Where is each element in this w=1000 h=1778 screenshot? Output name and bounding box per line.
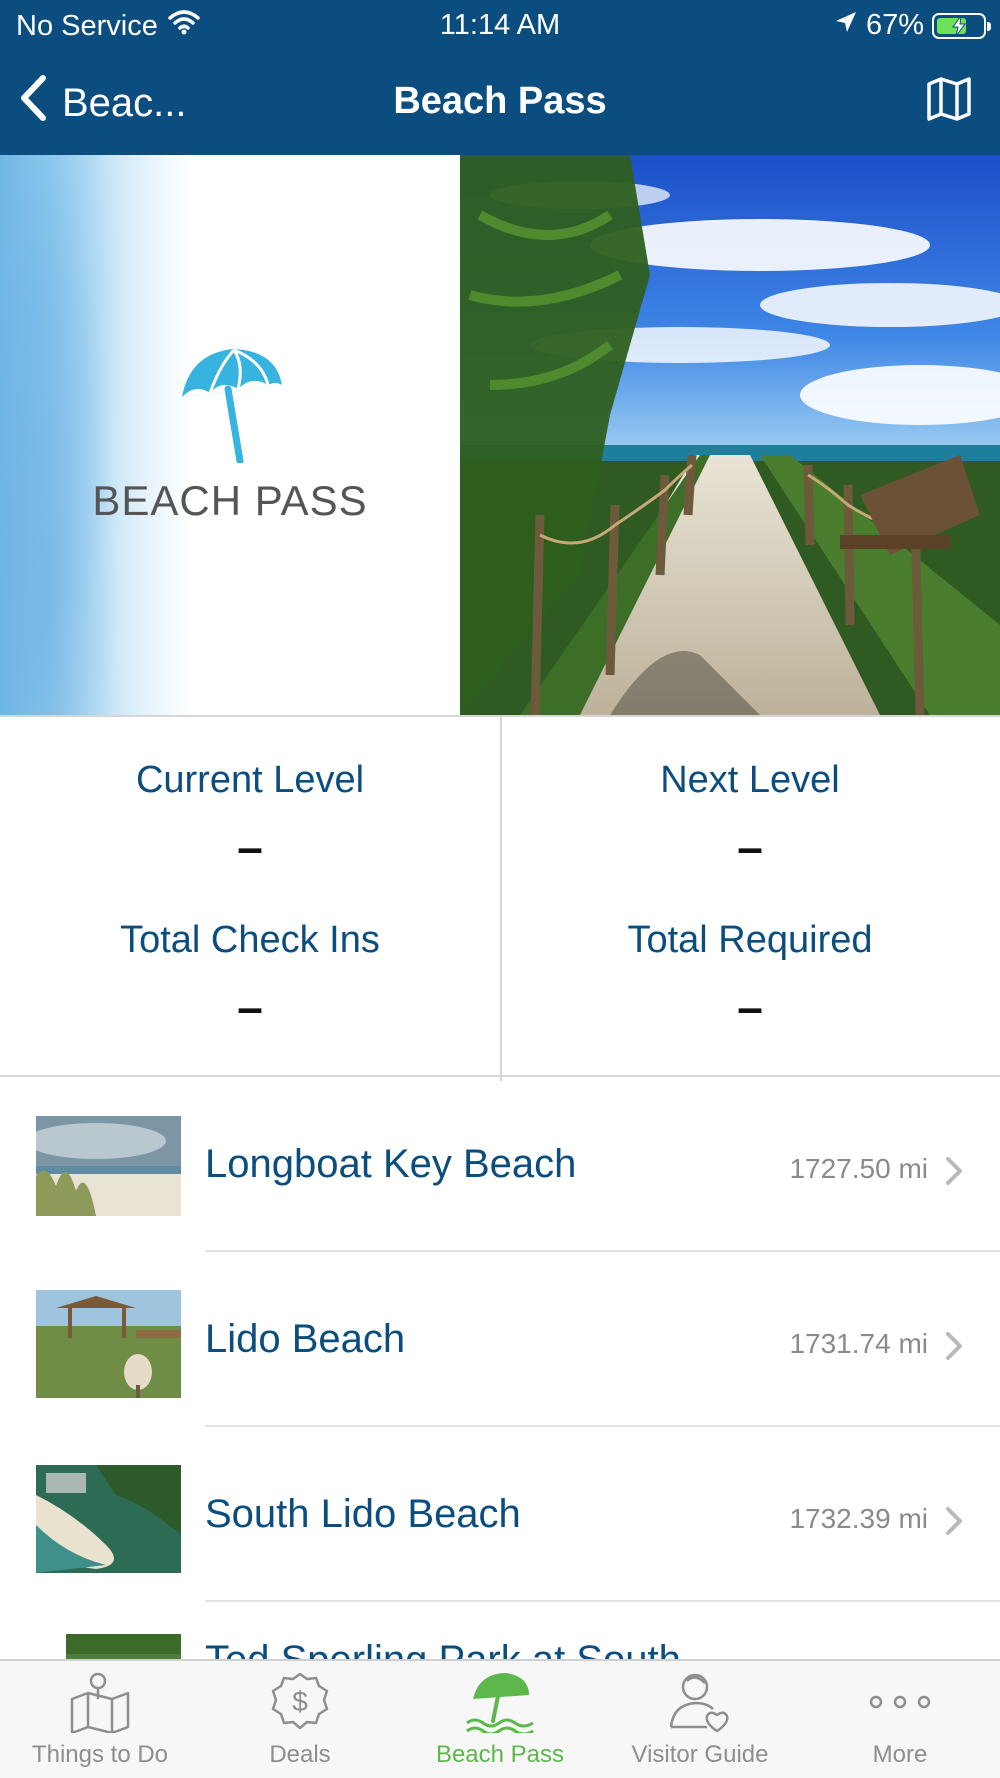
beach-distance: 1732.39 mi — [789, 1503, 928, 1534]
battery-percent: 67% — [865, 9, 924, 41]
list-item-longboat-key-beach[interactable]: Longboat Key Beach 1727.50 mi — [0, 1077, 1000, 1252]
beach-name: Longboat Key Beach — [205, 1142, 577, 1186]
beach-path-photo — [460, 155, 1000, 715]
tab-label: More — [872, 1741, 928, 1768]
beach-thumbnail — [36, 1465, 181, 1573]
beach-thumbnail — [36, 1634, 181, 1659]
status-bar: No Service 11:14 AM 67% — [0, 0, 1000, 50]
tab-deals[interactable]: $ Deals — [200, 1661, 400, 1778]
svg-text:$: $ — [292, 1686, 308, 1717]
beach-name: Ted Sperling Park at South — [205, 1638, 681, 1659]
next-level-label: Next Level — [660, 759, 840, 801]
tab-label: Visitor Guide — [631, 1741, 769, 1768]
battery-icon — [932, 12, 991, 39]
chevron-right-icon — [944, 1330, 964, 1367]
nav-bar: Beac... Beach Pass — [0, 52, 1000, 154]
beach-name: Lido Beach — [205, 1317, 406, 1361]
top-bar: No Service 11:14 AM 67% Beac... Beach Pa… — [0, 0, 1000, 155]
chevron-right-icon — [944, 1505, 964, 1542]
beach-name: South Lido Beach — [205, 1492, 521, 1536]
logo-text: BEACH PASS — [92, 477, 368, 524]
map-button[interactable] — [926, 76, 972, 127]
person-heart-icon — [600, 1671, 800, 1733]
tab-beach-pass[interactable]: Beach Pass — [400, 1661, 600, 1778]
page-title: Beach Pass — [393, 80, 607, 122]
next-level-value: – — [737, 821, 763, 873]
tab-more[interactable]: More — [800, 1661, 1000, 1778]
total-checkins-label: Total Check Ins — [120, 919, 380, 961]
current-level-stat: Current Level – — [0, 759, 500, 874]
beach-umbrella-icon — [400, 1671, 600, 1733]
chevron-right-icon — [944, 1155, 964, 1192]
beach-distance: 1727.50 mi — [789, 1153, 928, 1184]
more-dots-icon — [800, 1671, 1000, 1733]
level-stats: Current Level – Next Level – Total Check… — [0, 715, 1000, 1081]
map-icon — [927, 77, 971, 121]
beach-distance: 1731.74 mi — [789, 1328, 928, 1359]
total-required-value: – — [737, 981, 763, 1033]
tab-label: Beach Pass — [435, 1741, 565, 1768]
beach-thumbnail — [36, 1116, 181, 1216]
tab-things-to-do[interactable]: Things to Do — [0, 1661, 200, 1778]
next-level-stat: Next Level – — [500, 759, 1000, 874]
current-level-value: – — [237, 821, 263, 873]
beach-list: Longboat Key Beach 1727.50 mi Lido Beach… — [0, 1077, 1000, 1659]
tab-label: Deals — [269, 1741, 331, 1768]
tab-bar: Things to Do $ Deals Beach Pass Visitor … — [0, 1659, 1000, 1778]
charging-bolt-icon — [952, 15, 966, 36]
dollar-badge-icon: $ — [200, 1671, 400, 1733]
hero-banner: BEACH PASS — [0, 155, 1000, 715]
current-level-label: Current Level — [135, 759, 365, 801]
list-item-lido-beach[interactable]: Lido Beach 1731.74 mi — [0, 1252, 1000, 1427]
status-right: 67% — [834, 9, 991, 42]
map-pin-icon — [0, 1671, 200, 1733]
umbrella-icon — [176, 345, 286, 468]
list-item-ted-sperling-park[interactable]: Ted Sperling Park at South — [0, 1602, 1000, 1659]
total-checkins-stat: Total Check Ins – — [0, 919, 500, 1034]
beach-pass-logo-panel: BEACH PASS — [0, 155, 460, 715]
total-required-stat: Total Required – — [500, 919, 1000, 1034]
tab-label: Things to Do — [31, 1741, 169, 1768]
list-item-south-lido-beach[interactable]: South Lido Beach 1732.39 mi — [0, 1427, 1000, 1602]
tab-visitor-guide[interactable]: Visitor Guide — [600, 1661, 800, 1778]
beach-thumbnail — [36, 1290, 181, 1398]
location-arrow-icon — [834, 9, 858, 42]
total-checkins-value: – — [237, 981, 263, 1033]
battery-nub — [987, 21, 991, 31]
total-required-label: Total Required — [627, 919, 873, 961]
watercolor-wash-overlay — [0, 155, 120, 715]
